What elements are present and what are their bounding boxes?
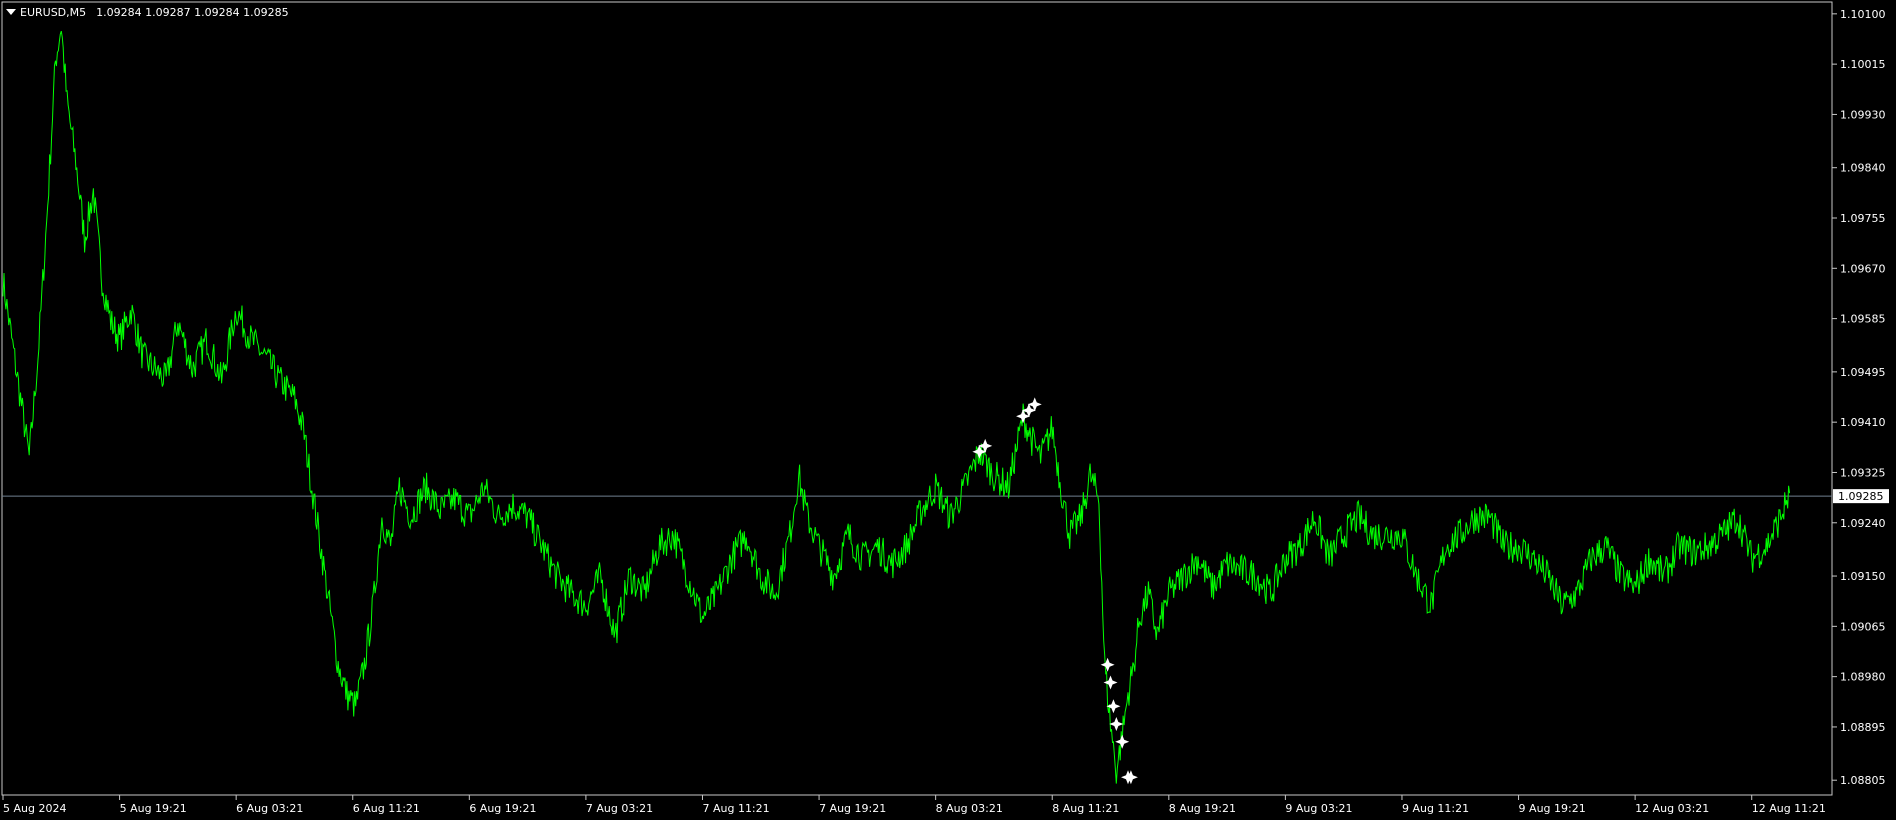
y-tick-label: 1.09325 [1840, 466, 1886, 479]
y-tick-label: 1.09585 [1840, 313, 1886, 326]
symbol-header: EURUSD,M5 1.09284 1.09287 1.09284 1.0928… [6, 4, 289, 20]
x-tick-label: 6 Aug 19:21 [469, 802, 536, 815]
x-tick-label: 7 Aug 11:21 [702, 802, 769, 815]
x-tick-label: 8 Aug 11:21 [1052, 802, 1119, 815]
y-tick-label: 1.09410 [1840, 416, 1886, 429]
current-price-label: 1.09285 [1838, 490, 1884, 503]
x-tick-label: 6 Aug 11:21 [353, 802, 420, 815]
x-tick-label: 6 Aug 03:21 [236, 802, 303, 815]
x-tick-label: 7 Aug 03:21 [586, 802, 653, 815]
chart-background [0, 0, 1896, 820]
x-tick-label: 12 Aug 03:21 [1635, 802, 1709, 815]
price-chart[interactable]: 1.10100 1.10015 1.09930 1.09840 1.09755 1.096… [0, 0, 1896, 820]
y-tick-label: 1.09240 [1840, 517, 1886, 530]
y-tick-label: 1.08805 [1840, 774, 1886, 787]
x-tick-label: 9 Aug 11:21 [1402, 802, 1469, 815]
y-tick-label: 1.10100 [1840, 8, 1886, 21]
y-tick-label: 1.10015 [1840, 58, 1886, 71]
y-tick-label: 1.09755 [1840, 212, 1886, 225]
x-tick-label: 8 Aug 19:21 [1169, 802, 1236, 815]
y-tick-label: 1.09670 [1840, 262, 1886, 275]
x-tick-label: 5 Aug 2024 [3, 802, 66, 815]
x-tick-label: 12 Aug 11:21 [1752, 802, 1826, 815]
x-tick-label: 7 Aug 19:21 [819, 802, 886, 815]
x-tick-label: 8 Aug 03:21 [936, 802, 1003, 815]
symbol-label: EURUSD,M5 [20, 5, 87, 19]
y-tick-label: 1.09065 [1840, 620, 1886, 633]
x-tick-label: 9 Aug 03:21 [1285, 802, 1352, 815]
ohlc-quotes: 1.09284 1.09287 1.09284 1.09285 [96, 5, 289, 19]
y-tick-label: 1.09840 [1840, 162, 1886, 175]
y-tick-label: 1.09495 [1840, 366, 1886, 379]
y-tick-label: 1.09930 [1840, 108, 1886, 121]
y-tick-label: 1.08895 [1840, 721, 1886, 734]
y-tick-label: 1.09150 [1840, 570, 1886, 583]
y-tick-label: 1.08980 [1840, 671, 1886, 684]
x-tick-label: 5 Aug 19:21 [120, 802, 187, 815]
x-tick-label: 9 Aug 19:21 [1519, 802, 1586, 815]
triangle-down-icon[interactable] [6, 9, 16, 15]
